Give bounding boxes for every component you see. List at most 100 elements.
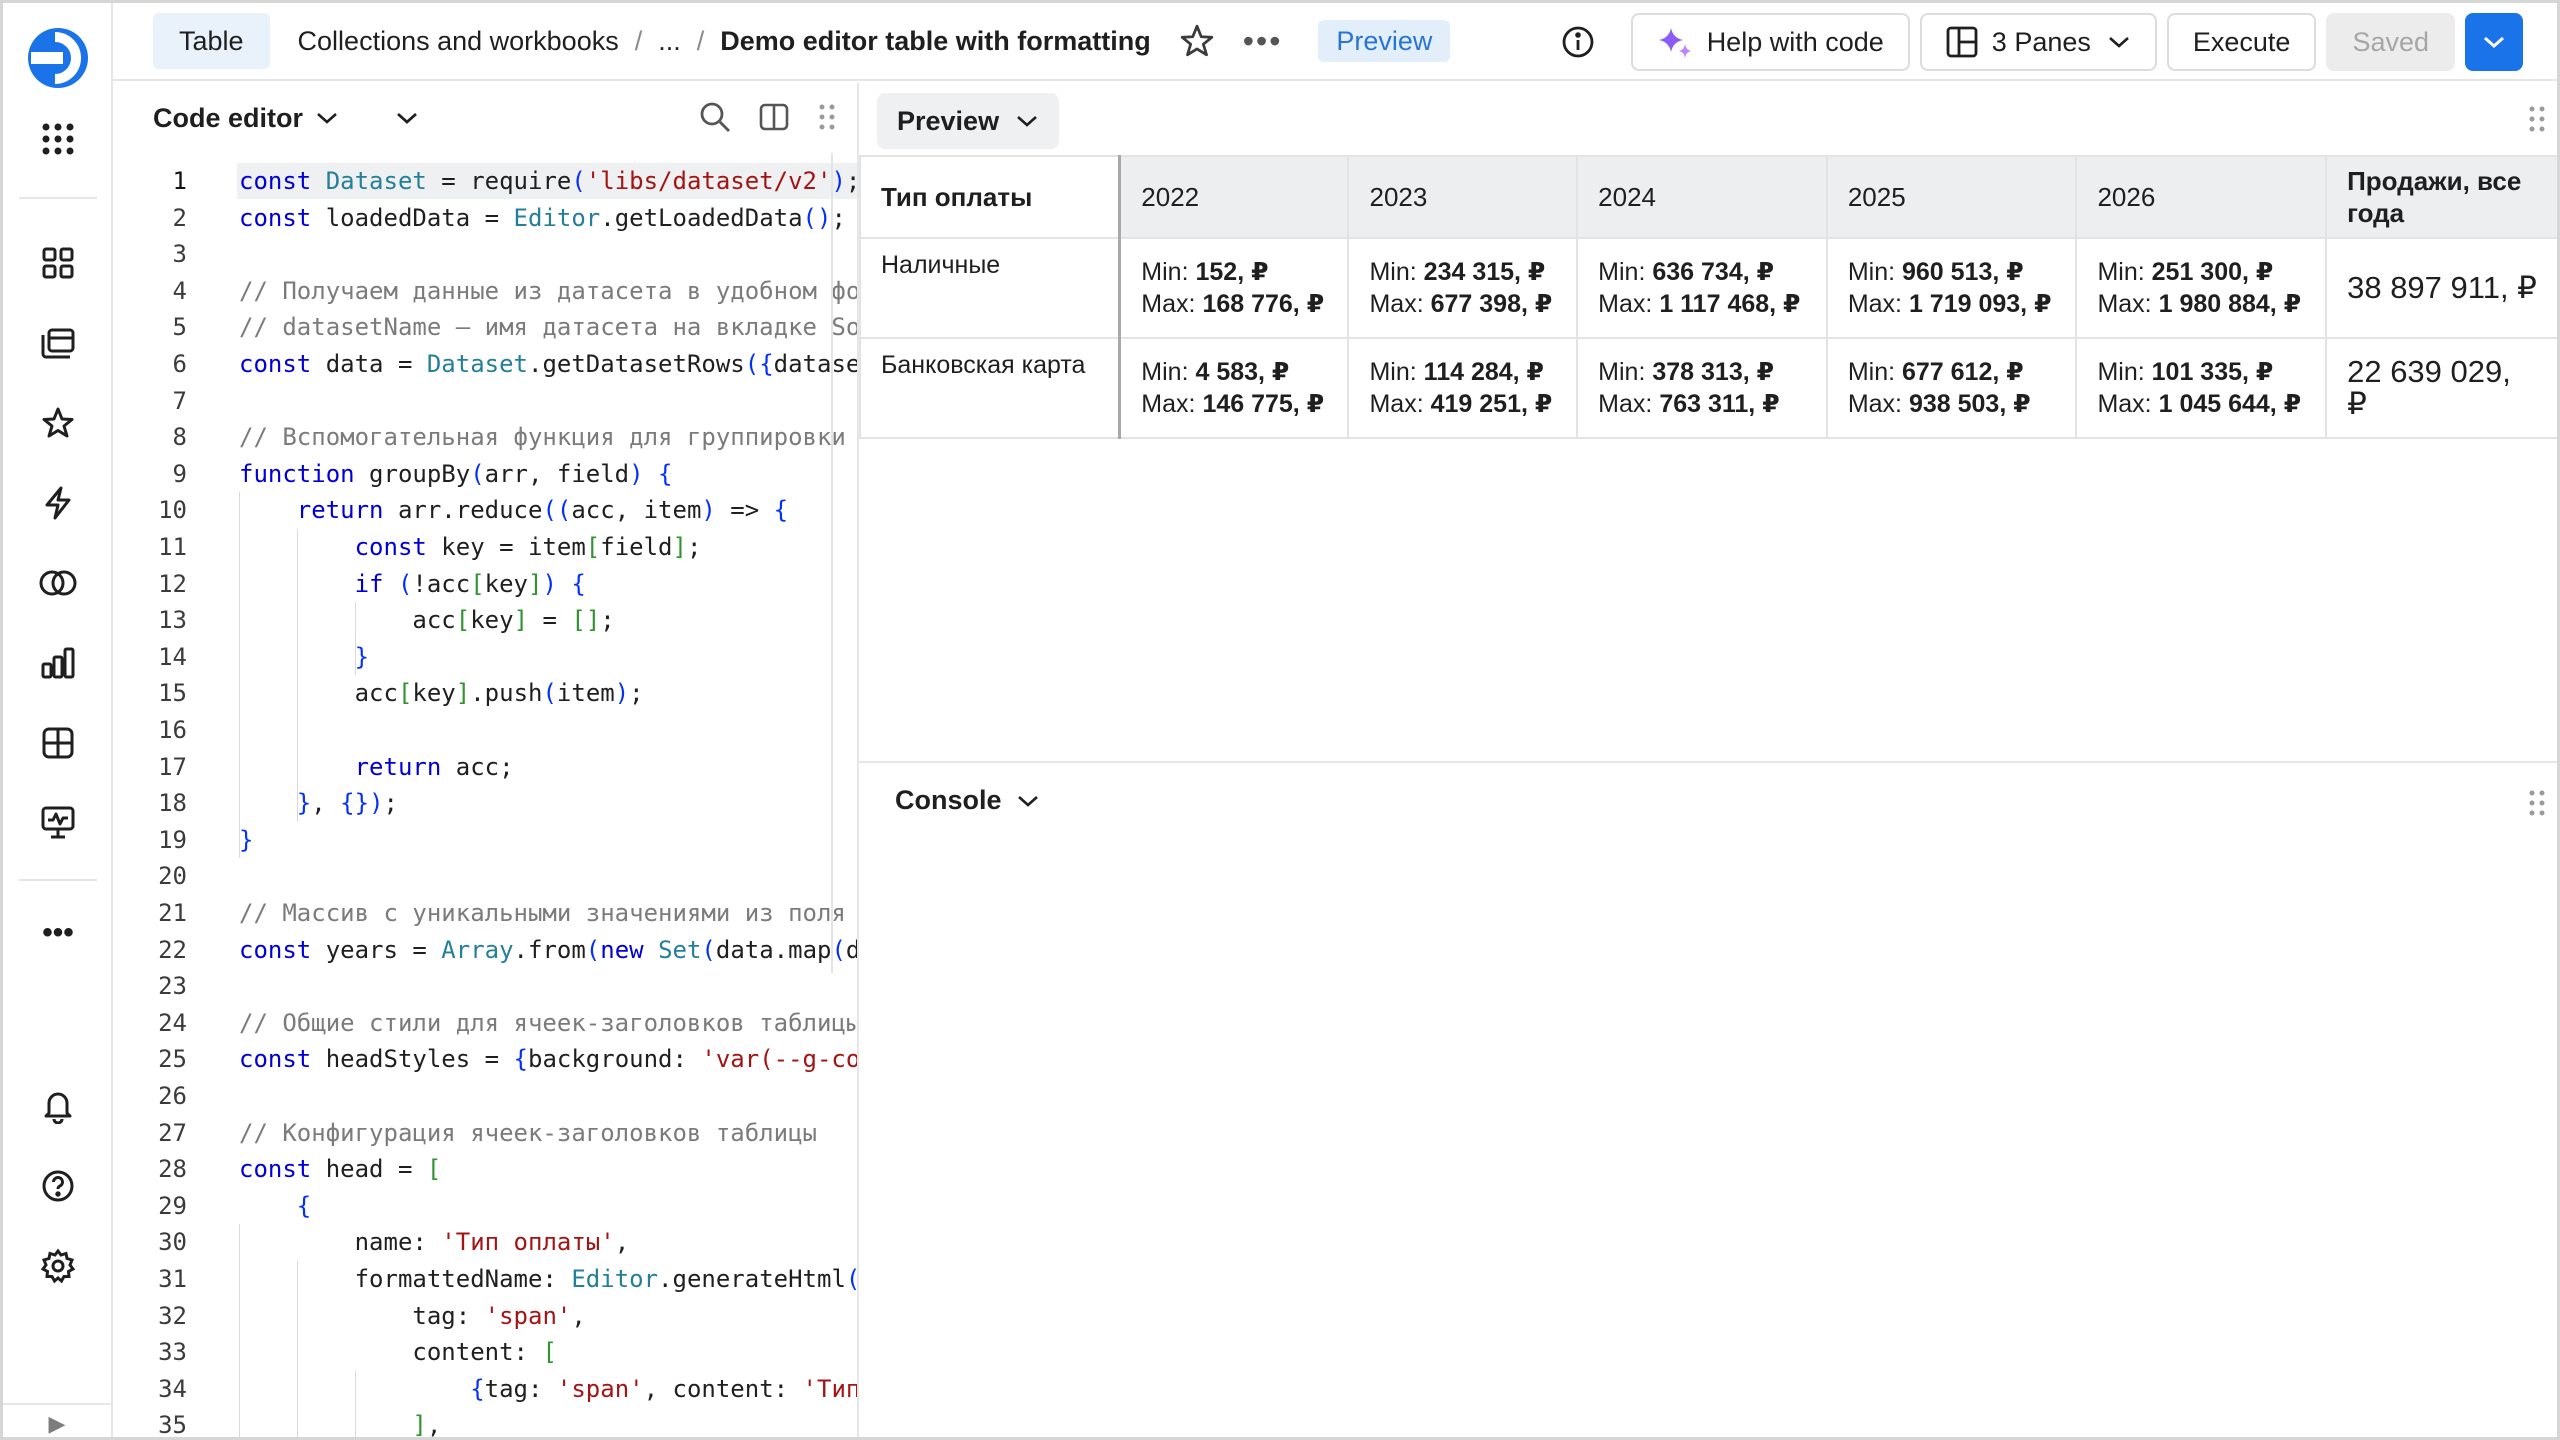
code-line[interactable]: 35 ], — [113, 1407, 857, 1437]
chevron-down-icon[interactable] — [315, 110, 339, 126]
editor-scrollbar[interactable] — [831, 153, 833, 973]
row-label[interactable]: Банковская карта — [859, 337, 1122, 439]
code-line[interactable]: 25 const headStyles = {background: 'var(-… — [113, 1041, 857, 1077]
code-line[interactable]: 18 }, {}); — [113, 785, 857, 821]
code-line[interactable]: 34 {tag: 'span', content: 'Тип — [113, 1371, 857, 1407]
column-header[interactable]: 2025 — [1825, 155, 2078, 239]
code-line[interactable]: 10 return arr.reduce((acc, item) => { — [113, 492, 857, 528]
code-line[interactable]: 27 // Конфигурация ячеек-заголовков табли… — [113, 1115, 857, 1151]
table-cell[interactable]: Min: 114 284, ₽ Max: 419 251, ₽ — [1347, 337, 1579, 439]
notifications-icon[interactable] — [38, 1086, 78, 1126]
breadcrumb-item-collections[interactable]: Collections and workbooks — [298, 26, 619, 57]
table-cell[interactable]: Min: 677 612, ₽ Max: 938 503, ₽ — [1825, 337, 2078, 439]
code-line[interactable]: 29 { — [113, 1188, 857, 1224]
table-cell[interactable]: Min: 251 300, ₽ Max: 1 980 884, ₽ — [2075, 237, 2328, 339]
code-line[interactable]: 23 — [113, 968, 857, 1004]
drag-handle-icon[interactable] — [2527, 105, 2547, 133]
code-line[interactable]: 3 — [113, 236, 857, 272]
code-line[interactable]: 15 acc[key].push(item); — [113, 675, 857, 711]
column-header[interactable]: 2023 — [1347, 155, 1579, 239]
code-line[interactable]: 6 const data = Dataset.getDatasetRows({da… — [113, 346, 857, 382]
breadcrumb-item-ellipsis[interactable]: ... — [658, 26, 681, 57]
settings-icon[interactable] — [38, 1246, 78, 1286]
more-actions-icon[interactable]: ••• — [1243, 23, 1283, 60]
console-tab[interactable]: Console — [895, 785, 1040, 816]
column-header[interactable]: 2026 — [2075, 155, 2328, 239]
panes-dropdown[interactable]: 3 Panes — [1919, 13, 2157, 71]
code-line[interactable]: 13 acc[key] = []; — [113, 602, 857, 638]
table-cell[interactable]: Min: 960 513, ₽ Max: 1 719 093, ₽ — [1825, 237, 2078, 339]
code-line[interactable]: 8 // Вспомогательная функция для группиро… — [113, 419, 857, 455]
drag-handle-icon[interactable] — [2527, 789, 2547, 817]
code-line[interactable]: 2 const loadedData = Editor.getLoadedData… — [113, 200, 857, 236]
code-editor-pane: Code editor 1 const Dataset = require('li… — [113, 83, 859, 1437]
line-number: 2 — [172, 203, 187, 232]
column-header[interactable]: Тип оплаты — [859, 155, 1122, 239]
min-label: Min: — [1598, 358, 1646, 386]
save-options-button[interactable] — [2465, 13, 2523, 71]
apps-grid-icon[interactable] — [38, 119, 78, 159]
code-line[interactable]: 20 — [113, 858, 857, 894]
preview-link[interactable]: Preview — [1318, 20, 1451, 62]
code-line[interactable]: 16 — [113, 712, 857, 748]
code-line[interactable]: 22 const years = Array.from(new Set(data.… — [113, 932, 857, 968]
code-line[interactable]: 7 — [113, 383, 857, 419]
table-cell[interactable]: Min: 101 335, ₽ Max: 1 045 644, ₽ — [2075, 337, 2328, 439]
favorites-icon[interactable] — [38, 403, 78, 443]
saved-button[interactable]: Saved — [2326, 13, 2455, 71]
search-icon[interactable] — [699, 101, 731, 133]
code-line[interactable]: 33 content: [ — [113, 1334, 857, 1370]
total-cell[interactable]: 22 639 029, ₽ — [2325, 337, 2557, 439]
collapse-sidebar-button[interactable]: ▶ — [3, 1403, 111, 1437]
code-editor-title[interactable]: Code editor — [153, 103, 303, 134]
code-line[interactable]: 28 const head = [ — [113, 1151, 857, 1187]
datasets-icon[interactable] — [38, 563, 78, 603]
table-cell[interactable]: Min: 4 583, ₽ Max: 146 775, ₽ — [1118, 337, 1350, 439]
reports-icon[interactable] — [38, 723, 78, 763]
line-number: 3 — [172, 240, 187, 269]
code-line[interactable]: 21 // Массив с уникальными значениями из … — [113, 895, 857, 931]
tab-dropdown-icon[interactable] — [395, 110, 419, 126]
row-label[interactable]: Наличные — [859, 237, 1122, 339]
logo-icon[interactable] — [25, 25, 91, 91]
column-header[interactable]: 2022 — [1118, 155, 1350, 239]
code-line[interactable]: 24 // Общие стили для ячеек-заголовков та… — [113, 1005, 857, 1041]
code-line[interactable]: 11 const key = item[field]; — [113, 529, 857, 565]
code-line[interactable]: 30 name: 'Тип оплаты', — [113, 1224, 857, 1260]
code-line[interactable]: 5 // datasetName — имя датасета на вкладк… — [113, 309, 857, 345]
table-cell[interactable]: Min: 636 734, ₽ Max: 1 117 468, ₽ — [1576, 237, 1828, 339]
code-line[interactable]: 19} — [113, 822, 857, 858]
preview-tab[interactable]: Preview — [877, 93, 1060, 149]
code-line[interactable]: 12 if (!acc[key]) { — [113, 566, 857, 602]
entry-type-tab[interactable]: Table — [153, 13, 270, 69]
min-value: 114 284, ₽ — [1423, 358, 1544, 386]
table-cell[interactable]: Min: 378 313, ₽ Max: 763 311, ₽ — [1576, 337, 1828, 439]
code-area[interactable]: 1 const Dataset = require('libs/dataset/v… — [113, 153, 857, 1437]
table-cell[interactable]: Min: 152, ₽ Max: 168 776, ₽ — [1118, 237, 1350, 339]
monitoring-icon[interactable] — [38, 803, 78, 843]
more-icon[interactable]: ••• — [38, 913, 78, 953]
table-cell[interactable]: Min: 234 315, ₽ Max: 677 398, ₽ — [1347, 237, 1579, 339]
collections-icon[interactable] — [38, 323, 78, 363]
column-header[interactable]: 2024 — [1576, 155, 1828, 239]
dashboards-icon[interactable] — [38, 243, 78, 283]
code-line[interactable]: 31 formattedName: Editor.generateHtml( — [113, 1261, 857, 1297]
total-cell[interactable]: 38 897 911, ₽ — [2325, 237, 2557, 339]
code-line[interactable]: 14 } — [113, 639, 857, 675]
code-line[interactable]: 9 function groupBy(arr, field) { — [113, 456, 857, 492]
charts-icon[interactable] — [38, 643, 78, 683]
column-header[interactable]: Продажи, все года — [2325, 155, 2557, 239]
code-line[interactable]: 4 // Получаем данные из датасета в удобно… — [113, 273, 857, 309]
code-line[interactable]: 32 tag: 'span', — [113, 1298, 857, 1334]
split-view-icon[interactable] — [759, 103, 789, 131]
code-line[interactable]: 1 const Dataset = require('libs/dataset/v… — [113, 163, 857, 199]
connections-icon[interactable] — [38, 483, 78, 523]
code-line[interactable]: 26 — [113, 1078, 857, 1114]
code-line[interactable]: 17 return acc; — [113, 749, 857, 785]
info-icon[interactable] — [1561, 25, 1595, 59]
drag-handle-icon[interactable] — [817, 103, 837, 131]
help-icon[interactable] — [38, 1166, 78, 1206]
help-with-code-button[interactable]: Help with code — [1630, 13, 1910, 71]
execute-button[interactable]: Execute — [2166, 13, 2317, 71]
star-icon[interactable] — [1179, 23, 1215, 59]
